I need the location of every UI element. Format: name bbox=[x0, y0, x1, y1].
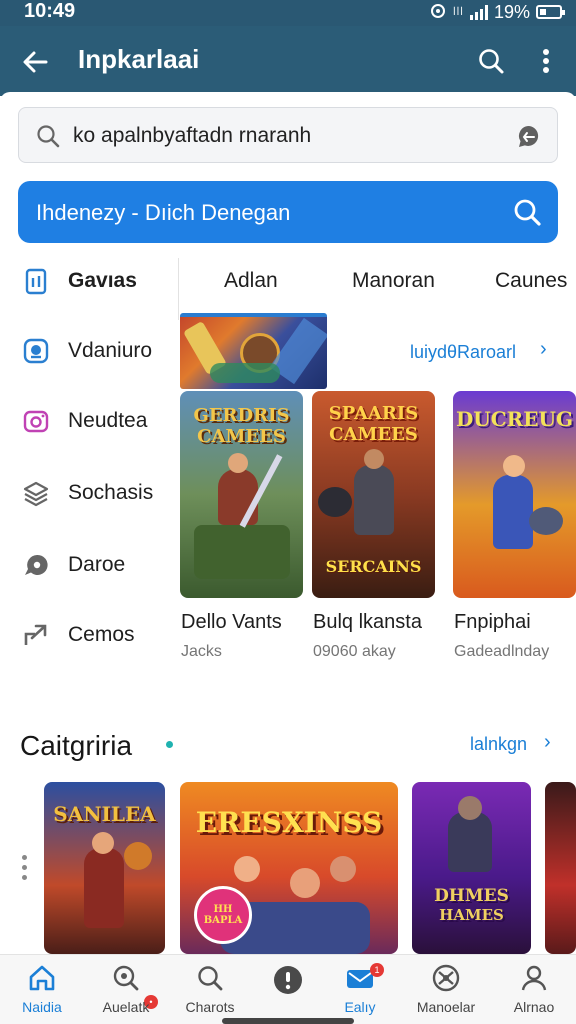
home-indicator bbox=[222, 1018, 354, 1024]
chat-bubble-icon bbox=[23, 338, 49, 364]
poster-title: SPAARIS CAMEES bbox=[328, 403, 419, 445]
poster-title: DUCREUG bbox=[455, 407, 574, 431]
sidebar-item-label: Neudtea bbox=[68, 409, 148, 432]
back-arrow-icon bbox=[23, 51, 48, 73]
sidebar-item-vdaniuro[interactable]: Vdaniuro bbox=[0, 329, 178, 373]
game-title[interactable]: Bulq lkansta bbox=[313, 611, 422, 634]
game-title[interactable]: Dello Vants bbox=[181, 611, 282, 634]
globe-icon bbox=[432, 964, 460, 992]
poster-subtitle: SERCAINS bbox=[325, 557, 422, 576]
tab-manoran[interactable]: Manoran bbox=[352, 269, 435, 293]
categories-see-more-link[interactable]: lalnkgn bbox=[470, 734, 527, 755]
status-mini-text: ꟾꟾꟾ bbox=[453, 6, 464, 17]
search-icon[interactable] bbox=[512, 197, 542, 227]
battery-icon bbox=[536, 5, 565, 19]
game-subtitle: Jacks bbox=[181, 643, 222, 660]
search-icon bbox=[479, 49, 504, 74]
search-icon bbox=[198, 966, 223, 991]
nav-item-home[interactable]: Naidia bbox=[0, 955, 84, 1024]
more-vert-icon bbox=[543, 49, 549, 73]
app-bar: Inpkarlaai bbox=[0, 26, 576, 96]
category-card[interactable] bbox=[545, 782, 576, 954]
sidebar-item-neudtea[interactable]: Neudtea bbox=[0, 399, 178, 443]
poster-title: ERESXINSS bbox=[195, 806, 383, 839]
overflow-menu-button[interactable] bbox=[532, 44, 560, 78]
nav-label: Alrnao bbox=[513, 999, 555, 1015]
notification-badge: 1 bbox=[370, 963, 384, 977]
category-badge: HH BAPLA bbox=[203, 904, 243, 926]
chevron-right-icon[interactable]: › bbox=[544, 731, 551, 754]
voice-chat-icon[interactable] bbox=[515, 123, 543, 151]
sidebar-item-label: Cemos bbox=[68, 623, 135, 646]
nav-item-auelatk[interactable]: • Auelatk bbox=[84, 955, 168, 1024]
sidebar-item-label: Daroe bbox=[68, 553, 126, 576]
section-title: Caitgriria bbox=[20, 730, 133, 761]
location-icon bbox=[431, 4, 445, 18]
poster-subtitle: HAMES bbox=[439, 906, 504, 924]
search-placeholder: ko apalnbyaftadn rnaranh bbox=[73, 124, 312, 147]
nav-label: Manoelar bbox=[416, 999, 476, 1015]
promo-search-bar[interactable]: Ihdenezy - Dıich Denegan bbox=[18, 181, 558, 243]
chevron-right-icon[interactable]: › bbox=[540, 338, 547, 361]
nav-label: Ealıy bbox=[344, 999, 376, 1015]
sidebar-item-label: Gavıas bbox=[68, 269, 137, 292]
nav-item-alrnao[interactable]: Alrnao bbox=[492, 955, 576, 1024]
battery-percent: 19% bbox=[493, 1, 530, 22]
featured-see-more-link[interactable]: luiydθRaroarl bbox=[410, 342, 516, 363]
status-bar: 10:49 ꟾꟾꟾ 19% bbox=[0, 0, 576, 26]
nav-item-manoelar[interactable]: Manoelar bbox=[404, 955, 488, 1024]
nav-label: Naidia bbox=[22, 999, 62, 1015]
nav-label: Charots bbox=[185, 999, 235, 1015]
app-search-button[interactable] bbox=[474, 44, 508, 78]
category-card[interactable]: SANILEA bbox=[44, 782, 165, 954]
promo-label: Ihdenezy - Dıich Denegan bbox=[36, 200, 291, 225]
game-card-poster[interactable]: GERDRIS CAMEES bbox=[180, 391, 303, 598]
profile-icon bbox=[521, 965, 547, 991]
status-icons: ꟾꟾꟾ 19% bbox=[429, 1, 565, 23]
share-arrow-icon bbox=[24, 624, 47, 645]
category-card[interactable]: ERESXINSS HH BAPLA bbox=[180, 782, 398, 954]
tab-adlan[interactable]: Adlan bbox=[224, 269, 278, 293]
search-input[interactable]: ko apalnbyaftadn rnaranh bbox=[18, 107, 558, 163]
sidebar-item-label: Vdaniuro bbox=[68, 339, 153, 362]
home-icon bbox=[29, 965, 55, 991]
sidebar-item-daroe[interactable]: Daroe bbox=[0, 543, 178, 587]
status-time: 10:49 bbox=[24, 0, 76, 22]
sidebar-divider bbox=[178, 258, 179, 320]
game-title[interactable]: Fnpiphai bbox=[454, 611, 531, 634]
nav-item-charots[interactable]: Charots bbox=[168, 955, 252, 1024]
poster-title: SANILEA bbox=[53, 802, 156, 826]
sidebar-item-cemos[interactable]: Cemos bbox=[0, 613, 178, 657]
signal-icon bbox=[469, 4, 488, 20]
search-badge-icon bbox=[113, 965, 139, 991]
speech-icon bbox=[25, 554, 48, 575]
bottom-navigation: Naidia • Auelatk Charots 1 Ealıy Manoela… bbox=[0, 954, 576, 1024]
sidebar-item-label: Sochasis bbox=[68, 481, 154, 504]
sidebar-item-gavias[interactable]: Gavıas bbox=[0, 259, 178, 303]
featured-banner-image[interactable] bbox=[180, 313, 327, 389]
phone-icon bbox=[25, 268, 47, 295]
drag-handle-icon[interactable] bbox=[22, 855, 28, 885]
poster-title: DHMES bbox=[434, 886, 509, 906]
category-card[interactable]: DHMES HAMES bbox=[412, 782, 531, 954]
search-icon bbox=[37, 125, 60, 148]
page-title: Inpkarlaai bbox=[78, 44, 200, 74]
game-subtitle: 09060 akay bbox=[313, 643, 396, 660]
poster-title: GERDRIS CAMEES bbox=[193, 405, 290, 447]
nav-label: Auelatk bbox=[102, 999, 150, 1015]
sidebar-item-sochasis[interactable]: Sochasis bbox=[0, 471, 178, 515]
nav-item-ealiy[interactable]: 1 Ealıy bbox=[318, 955, 402, 1024]
section-dot-icon bbox=[166, 741, 173, 748]
camera-icon bbox=[23, 410, 49, 433]
tab-caunes[interactable]: Caunes bbox=[495, 269, 567, 293]
layers-icon bbox=[23, 481, 49, 507]
info-icon bbox=[274, 966, 302, 994]
game-subtitle: Gadeadlnday bbox=[454, 643, 550, 660]
game-card-poster[interactable]: DUCREUG bbox=[453, 391, 576, 598]
game-card-poster[interactable]: SPAARIS CAMEES SERCAINS bbox=[312, 391, 435, 598]
back-button[interactable] bbox=[18, 45, 52, 79]
